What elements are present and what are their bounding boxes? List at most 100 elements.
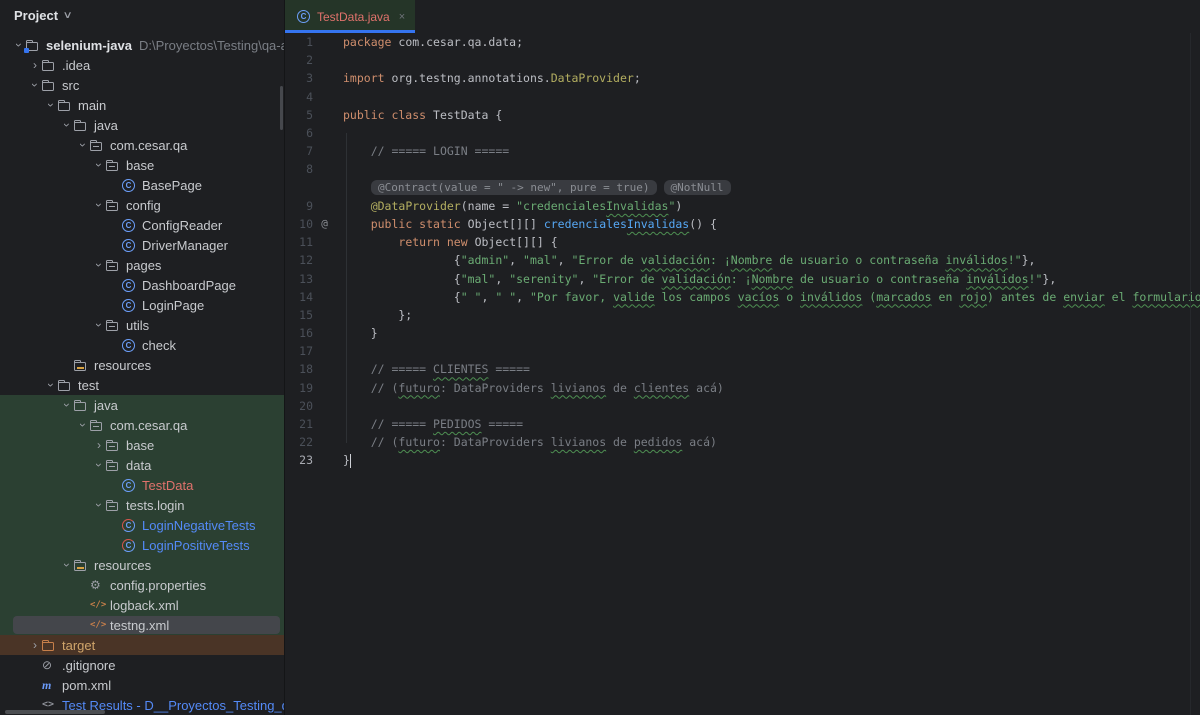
package-icon (90, 419, 108, 431)
tree-item-java[interactable]: › java (0, 395, 284, 415)
class-icon: C (122, 299, 140, 312)
tree-item-selenium-java[interactable]: ›selenium-javaD:\Proyectos\Testing\qa-au… (0, 35, 284, 55)
tree-item-loginpositivetests[interactable]: CLoginPositiveTests (0, 535, 284, 555)
tree-item-tests-login[interactable]: ›tests.login (0, 495, 284, 515)
tree-item-test[interactable]: ›test (0, 375, 284, 395)
tree-item-base[interactable]: ›base (0, 435, 284, 455)
chevron-closed-icon[interactable]: › (28, 58, 42, 72)
chevron-open-icon[interactable]: › (76, 138, 90, 152)
project-panel-title: Project (14, 8, 58, 23)
line-number: 23 (285, 453, 313, 467)
folder-icon (74, 119, 92, 131)
line-number: 22 (285, 435, 313, 449)
tree-item-src[interactable]: ›src (0, 75, 284, 95)
code-line-14: 14 {" ", " ", "Por favor, valide los cam… (285, 288, 1200, 306)
package-icon (106, 199, 124, 211)
tree-item-com-cesar-qa[interactable]: ›com.cesar.qa (0, 135, 284, 155)
chevron-open-icon[interactable]: › (92, 498, 106, 512)
project-tree: › selenium-java D:\Proyectos\Testing\qa-au… (0, 35, 284, 715)
chevron-open-icon[interactable]: › (60, 558, 74, 572)
chevron-open-icon[interactable]: › (44, 378, 58, 392)
tree-item-main[interactable]: ›main (0, 95, 284, 115)
chevron-open-icon[interactable]: › (60, 118, 74, 132)
tree-item-data[interactable]: ›data (0, 455, 284, 475)
editor-area: C TestData.java × 1package com.cesar.qa.… (285, 0, 1200, 715)
folder-icon (58, 379, 76, 391)
line-number: 11 (285, 235, 313, 249)
tree-item-resources[interactable]: ›resources (0, 555, 284, 575)
class-icon: C (122, 479, 140, 492)
tree-item-configreader[interactable]: CConfigReader (0, 215, 284, 235)
chevron-open-icon[interactable]: › (92, 258, 106, 272)
tree-item--idea[interactable]: ›.idea (0, 55, 284, 75)
chevron-open-icon[interactable]: › (92, 158, 106, 172)
tree-item-label: java (94, 398, 118, 413)
code-editor[interactable]: 1package com.cesar.qa.data;23import org.… (285, 33, 1200, 715)
tree-item-label: resources (94, 358, 151, 373)
tree-item-config[interactable]: ›config (0, 195, 284, 215)
tree-item-pages[interactable]: ›pages (0, 255, 284, 275)
code-line-21: 21 // ===== PEDIDOS ===== (285, 415, 1200, 433)
tree-item-drivermanager[interactable]: CDriverManager (0, 235, 284, 255)
tree-item-testdata[interactable]: CTestData (0, 475, 284, 495)
chevron-open-icon[interactable]: › (92, 318, 106, 332)
chevron-closed-icon[interactable]: › (92, 438, 106, 452)
project-panel-header[interactable]: Project ∨ (0, 0, 284, 30)
project-tree-vertical-scrollbar[interactable] (280, 86, 283, 130)
tree-item-check[interactable]: Ccheck (0, 335, 284, 355)
code-line-20: 20 (285, 397, 1200, 415)
tree-item-testng-xml[interactable]: </>testng.xml (0, 615, 284, 635)
resources-folder-icon (74, 359, 92, 371)
tab-testdata-java[interactable]: C TestData.java × (285, 0, 415, 33)
ide-window: Project ∨ › selenium-java D:\Proyectos\Tes… (0, 0, 1200, 715)
code-line-7: 7 // ===== LOGIN ===== (285, 142, 1200, 160)
tree-item-label: TestData (142, 478, 193, 493)
tree-item-resources[interactable]: resources (0, 355, 284, 375)
inlay-hint-pill: @NotNull (664, 180, 731, 195)
tree-item-java[interactable]: ›java (0, 115, 284, 135)
chevron-open-icon[interactable]: › (92, 198, 106, 212)
text-caret (350, 454, 352, 468)
tree-item-label: base (126, 158, 154, 173)
class-icon: C (122, 239, 140, 252)
tree-item-utils[interactable]: › utils (0, 315, 284, 335)
tree-item-label: utils (126, 318, 149, 333)
chevron-open-icon[interactable]: › (60, 398, 74, 412)
tree-item-loginnegativetests[interactable]: CLoginNegativeTests (0, 515, 284, 535)
chevron-open-icon[interactable]: › (44, 98, 58, 112)
ignored-file-icon: ⊘ (42, 659, 60, 671)
xml-file-icon: </> (90, 619, 108, 631)
chevron-open-icon[interactable]: › (92, 458, 106, 472)
tree-item-target[interactable]: ›target (0, 635, 284, 655)
tree-item-loginpage[interactable]: CLoginPage (0, 295, 284, 315)
tree-item-basepage[interactable]: CBasePage (0, 175, 284, 195)
close-icon[interactable]: × (399, 11, 405, 23)
tree-item--gitignore[interactable]: ⊘.gitignore (0, 655, 284, 675)
tree-item-logback-xml[interactable]: </>logback.xml (0, 595, 284, 615)
project-root-path: D:\Proyectos\Testing\qa-auto (139, 38, 284, 53)
line-number: 8 (285, 162, 313, 176)
tree-item-label: selenium-java (46, 38, 132, 53)
tree-item-base[interactable]: › base (0, 155, 284, 175)
code-line-13: 13 {"mal", "serenity", "Error de validac… (285, 269, 1200, 287)
tree-item-pom-xml[interactable]: mpom.xml (0, 675, 284, 695)
code-line-10: 10@ public static Object[][] credenciale… (285, 215, 1200, 233)
tree-item-label: testng.xml (110, 618, 169, 633)
tree-item-com-cesar-qa[interactable]: ›com.cesar.qa (0, 415, 284, 435)
code-line-6: 6 (285, 124, 1200, 142)
folder-icon (42, 79, 60, 91)
tree-item-dashboardpage[interactable]: CDashboardPage (0, 275, 284, 295)
xml-file-icon: </> (90, 599, 108, 611)
chevron-open-icon[interactable]: › (28, 78, 42, 92)
tree-item-label: BasePage (142, 178, 202, 193)
tree-item-config-properties[interactable]: ⚙config.properties (0, 575, 284, 595)
chevron-open-icon[interactable]: › (76, 418, 90, 432)
line-number: 2 (285, 53, 313, 67)
line-number: 10 (285, 217, 313, 231)
package-icon (90, 139, 108, 151)
chevron-closed-icon[interactable]: › (28, 638, 42, 652)
project-tree-horizontal-scrollbar[interactable] (5, 710, 105, 714)
line-number: 20 (285, 399, 313, 413)
tree-item-label: .gitignore (62, 658, 115, 673)
line-number: 6 (285, 126, 313, 140)
